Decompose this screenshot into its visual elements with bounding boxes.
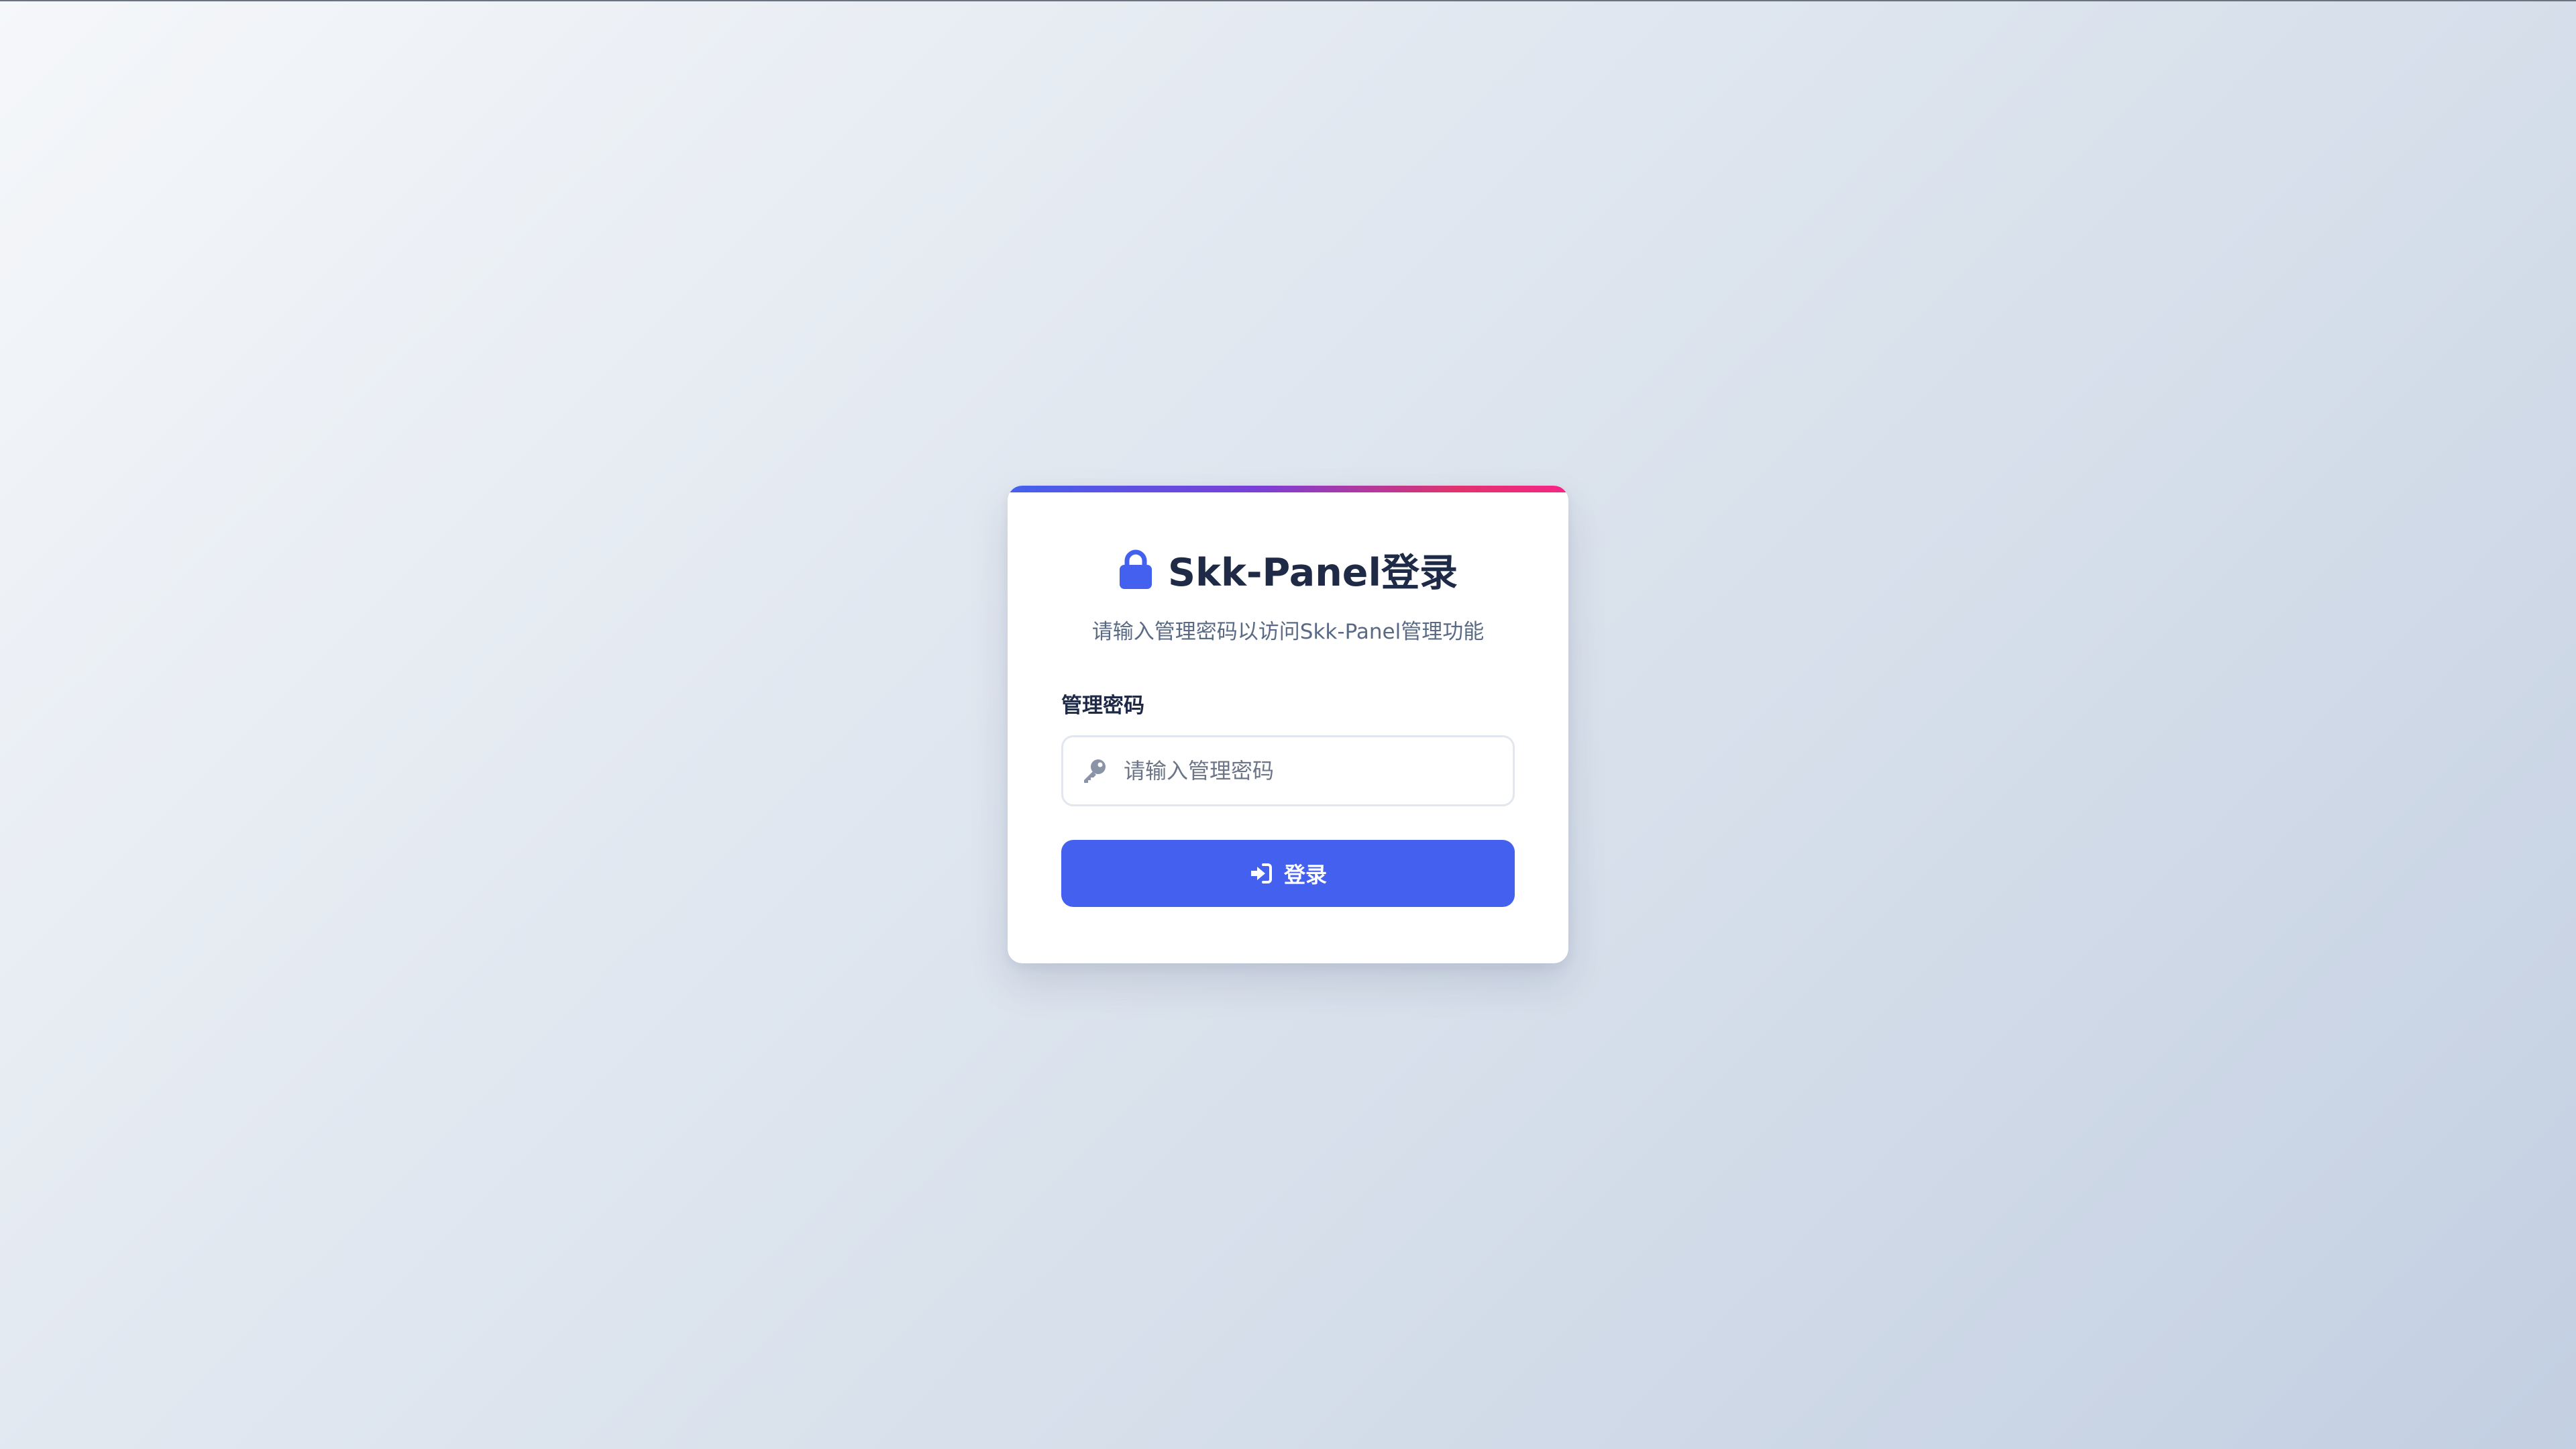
- password-input[interactable]: [1124, 751, 1499, 791]
- password-field[interactable]: [1061, 735, 1515, 806]
- window-top-border: [0, 0, 2576, 1]
- login-button-label: 登录: [1283, 863, 1327, 887]
- sign-in-icon: [1249, 861, 1273, 885]
- page-title: Skk-Panel登录: [1167, 551, 1458, 595]
- login-card: Skk-Panel登录 请输入管理密码以访问Skk-Panel管理功能 管理密码…: [1008, 486, 1568, 963]
- login-button[interactable]: 登录: [1061, 840, 1515, 907]
- login-subtitle: 请输入管理密码以访问Skk-Panel管理功能: [1091, 620, 1485, 644]
- lock-icon: [1118, 549, 1153, 590]
- key-icon: [1081, 757, 1108, 784]
- card-accent-bar: [1008, 486, 1568, 492]
- password-field-label: 管理密码: [1061, 694, 1144, 718]
- login-header: Skk-Panel登录: [1008, 539, 1568, 600]
